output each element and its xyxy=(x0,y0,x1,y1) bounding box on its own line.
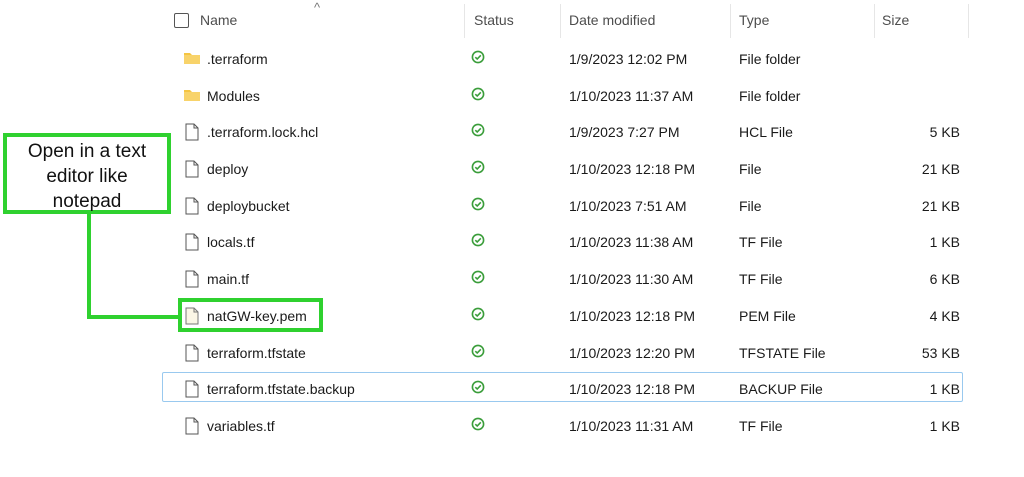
file-type: File folder xyxy=(739,87,801,104)
file-size: 53 KB xyxy=(921,344,960,361)
file-size: 1 KB xyxy=(929,417,960,434)
file-row[interactable]: locals.tf 1/10/2023 11:38 AM TF File 1 KB xyxy=(162,223,970,260)
file-name[interactable]: main.tf xyxy=(207,271,249,287)
file-type: PEM File xyxy=(739,307,796,324)
annotation-callout: Open in a text editor like notepad xyxy=(3,133,171,214)
file-size: 6 KB xyxy=(929,271,960,288)
synced-check-icon xyxy=(471,270,485,284)
file-date-modified: 1/10/2023 11:37 AM xyxy=(569,87,694,104)
column-header-size[interactable]: Size xyxy=(882,12,909,28)
column-divider[interactable] xyxy=(560,4,561,38)
file-icon xyxy=(183,416,201,435)
column-divider[interactable] xyxy=(730,4,731,38)
file-size: 1 KB xyxy=(929,234,960,251)
synced-check-icon xyxy=(471,87,485,101)
file-date-modified: 1/10/2023 11:30 AM xyxy=(569,271,694,288)
column-header-name[interactable]: Name xyxy=(200,12,237,28)
file-type: File xyxy=(739,161,762,178)
synced-check-icon xyxy=(471,417,485,431)
file-date-modified: 1/10/2023 7:51 AM xyxy=(569,197,687,214)
file-type: TFSTATE File xyxy=(739,344,826,361)
synced-check-icon xyxy=(471,197,485,211)
file-row[interactable]: main.tf 1/10/2023 11:30 AM TF File 6 KB xyxy=(162,260,970,297)
select-all-checkbox[interactable] xyxy=(174,13,189,28)
file-icon xyxy=(183,379,201,398)
column-divider[interactable] xyxy=(874,4,875,38)
file-icon xyxy=(183,196,201,215)
pem-file-highlight-box xyxy=(178,298,323,332)
callout-text-line: Open in a text xyxy=(27,141,147,162)
file-type: HCL File xyxy=(739,124,793,141)
file-row[interactable]: terraform.tfstate 1/10/2023 12:20 PM TFSTA… xyxy=(162,334,970,371)
file-icon xyxy=(183,159,201,178)
file-row[interactable]: terraform.tfstate.backup 1/10/2023 12:18 … xyxy=(162,370,970,407)
file-row[interactable]: deploy 1/10/2023 12:18 PM File 21 KB xyxy=(162,150,970,187)
file-date-modified: 1/10/2023 11:31 AM xyxy=(569,417,694,434)
file-row[interactable]: Modules 1/10/2023 11:37 AM File folder xyxy=(162,77,970,114)
file-size: 21 KB xyxy=(921,161,960,178)
folder-icon xyxy=(183,49,201,67)
file-list: .terraform 1/9/2023 12:02 PM File folder Mo… xyxy=(162,40,970,444)
file-name[interactable]: variables.tf xyxy=(207,418,275,434)
callout-connector-vertical xyxy=(87,214,91,319)
file-size: 1 KB xyxy=(929,381,960,398)
column-header-status[interactable]: Status xyxy=(474,12,514,28)
file-type: TF File xyxy=(739,417,783,434)
file-name[interactable]: terraform.tfstate.backup xyxy=(207,381,355,397)
file-date-modified: 1/10/2023 12:18 PM xyxy=(569,161,696,178)
synced-check-icon xyxy=(471,160,485,174)
file-name[interactable]: Modules xyxy=(207,88,260,104)
file-type: TF File xyxy=(739,271,783,288)
synced-check-icon xyxy=(471,233,485,247)
file-row[interactable]: deploybucket 1/10/2023 7:51 AM File 21 KB xyxy=(162,187,970,224)
file-date-modified: 1/9/2023 7:27 PM xyxy=(569,124,680,141)
file-date-modified: 1/10/2023 12:18 PM xyxy=(569,381,696,398)
column-divider[interactable] xyxy=(464,4,465,38)
file-size: 21 KB xyxy=(921,197,960,214)
column-divider[interactable] xyxy=(968,4,969,38)
file-row[interactable]: .terraform.lock.hcl 1/9/2023 7:27 PM HCL F… xyxy=(162,113,970,150)
file-date-modified: 1/10/2023 12:18 PM xyxy=(569,307,696,324)
file-type: BACKUP File xyxy=(739,381,823,398)
sort-ascending-icon: ^ xyxy=(314,0,321,15)
synced-check-icon xyxy=(471,344,485,358)
file-type: File folder xyxy=(739,51,801,67)
file-name[interactable]: .terraform.lock.hcl xyxy=(207,124,318,140)
file-icon xyxy=(183,343,201,361)
column-header-type[interactable]: Type xyxy=(739,12,769,28)
callout-connector-horizontal xyxy=(87,315,179,319)
synced-check-icon xyxy=(471,307,485,321)
file-type: TF File xyxy=(739,234,783,251)
file-date-modified: 1/10/2023 11:38 AM xyxy=(569,234,694,251)
file-name[interactable]: locals.tf xyxy=(207,234,254,250)
synced-check-icon xyxy=(471,123,485,137)
callout-text-line: editor like xyxy=(46,166,128,187)
file-row[interactable]: .terraform 1/9/2023 12:02 PM File folder xyxy=(162,40,970,77)
file-name[interactable]: terraform.tfstate xyxy=(207,345,306,361)
synced-check-icon xyxy=(471,50,485,64)
file-icon xyxy=(183,232,201,251)
file-name[interactable]: .terraform xyxy=(207,51,268,67)
callout-text-line: notepad xyxy=(52,191,122,212)
folder-icon xyxy=(183,86,201,104)
file-size: 5 KB xyxy=(929,124,960,141)
synced-check-icon xyxy=(471,380,485,394)
file-date-modified: 1/10/2023 12:20 PM xyxy=(569,344,696,361)
file-row[interactable]: variables.tf 1/10/2023 11:31 AM TF File 1 K… xyxy=(162,407,970,444)
file-size: 4 KB xyxy=(929,307,960,324)
column-header-bar: ^ Name Status Date modified Type Size xyxy=(162,0,970,42)
file-icon xyxy=(183,122,201,141)
file-icon xyxy=(183,269,201,288)
file-name[interactable]: deploy xyxy=(207,161,248,177)
file-date-modified: 1/9/2023 12:02 PM xyxy=(569,51,688,67)
file-name[interactable]: deploybucket xyxy=(207,198,290,214)
file-type: File xyxy=(739,197,762,214)
column-header-date[interactable]: Date modified xyxy=(569,12,655,28)
